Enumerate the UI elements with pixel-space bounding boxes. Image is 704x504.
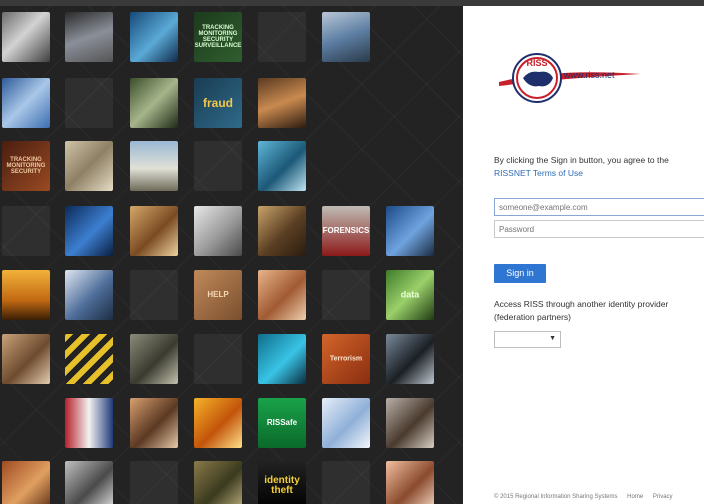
tile-tracking-security: TRACKING MONITORING SECURITY xyxy=(2,141,50,191)
tile-empty-4-5 xyxy=(322,270,370,320)
tile-fingerprint xyxy=(65,206,113,256)
tile-soldiers-silhouette xyxy=(2,270,50,320)
sign-in-button[interactable]: Sign in xyxy=(494,264,546,283)
tile-headset-operator xyxy=(386,461,434,504)
password-input[interactable] xyxy=(494,220,704,238)
tile-vehicles xyxy=(130,141,178,191)
terms-of-use-link[interactable]: RISSNET Terms of Use xyxy=(494,167,694,180)
tile-network-cables xyxy=(2,12,50,62)
tile-locations-map xyxy=(322,398,370,448)
tile-empty-0-4 xyxy=(258,12,306,62)
agree-text: By clicking the Sign in button, you agre… xyxy=(494,155,669,165)
tile-cyber-analyst xyxy=(386,206,434,256)
footer-privacy-link[interactable]: Privacy xyxy=(653,494,673,500)
tile-handcuffs xyxy=(65,461,113,504)
tile-fraud-text-label: fraud xyxy=(203,96,233,110)
tile-surveillance-cam xyxy=(258,206,306,256)
tile-hardware-desk xyxy=(130,334,178,384)
tile-lab-technician xyxy=(194,206,242,256)
tile-empty-4-2 xyxy=(130,270,178,320)
sign-in-panel: RISS www.riss.net By clicking the Sign i… xyxy=(463,6,704,504)
tile-empty-7-5 xyxy=(322,461,370,504)
logo-url-text: www.riss.net xyxy=(564,70,615,80)
tile-fraud-text: fraud xyxy=(194,78,242,128)
tile-data-globe: data xyxy=(386,270,434,320)
photo-mosaic: TRACKING MONITORING SECURITY SURVEILLANC… xyxy=(0,6,463,504)
tile-rissafe-badge-label: RISSafe xyxy=(266,418,298,427)
logo-riss-text: RISS xyxy=(526,58,547,68)
tile-camera-lens xyxy=(386,334,434,384)
tile-classroom xyxy=(2,334,50,384)
tile-handshake xyxy=(258,270,306,320)
tile-empty-7-2 xyxy=(130,461,178,504)
tile-paperwork xyxy=(65,141,113,191)
tile-terrorism-text-label: Terrorism xyxy=(329,355,363,363)
tile-empty-3-0 xyxy=(2,206,50,256)
tile-security-officers xyxy=(65,12,113,62)
footer: © 2015 Regional Information Sharing Syst… xyxy=(494,494,704,500)
tile-empty-5-3 xyxy=(194,334,242,384)
tile-empty-1-1 xyxy=(65,78,113,128)
tile-flag-ceremony xyxy=(65,398,113,448)
tile-identity-theft-label: identity theft xyxy=(264,475,300,496)
terms-agreement: By clicking the Sign in button, you agre… xyxy=(494,154,694,180)
tile-seminar xyxy=(130,398,178,448)
tile-gavel xyxy=(130,206,178,256)
tile-tracking-monitoring-label: TRACKING MONITORING SECURITY SURVEILLANC… xyxy=(194,25,242,49)
footer-home-link[interactable]: Home xyxy=(627,494,643,500)
tile-soldiers-field xyxy=(194,461,242,504)
tile-rissafe-badge: RISSafe xyxy=(258,398,306,448)
tile-forensics: FORENSICS xyxy=(322,206,370,256)
tile-briefing-room xyxy=(258,78,306,128)
tile-analyst-workstation xyxy=(322,12,370,62)
footer-copyright: © 2015 Regional Information Sharing Syst… xyxy=(494,494,618,500)
tile-empty-2-3 xyxy=(194,141,242,191)
tile-computer-screens xyxy=(130,12,178,62)
tile-map-overlay xyxy=(2,78,50,128)
tile-empty-4-3b: HELP xyxy=(194,270,242,320)
tile-terrorism-text: Terrorism xyxy=(322,334,370,384)
tile-circuit-board xyxy=(130,78,178,128)
tile-tracking-security-label: TRACKING MONITORING SECURITY xyxy=(6,157,46,175)
chevron-down-icon: ▼ xyxy=(549,335,556,342)
tile-camera-eye xyxy=(258,141,306,191)
tile-workers xyxy=(2,461,50,504)
tile-officers-conference xyxy=(65,270,113,320)
federation-access-text: Access RISS through another identity pro… xyxy=(494,299,669,322)
tile-tracking-monitoring: TRACKING MONITORING SECURITY SURVEILLANC… xyxy=(194,12,242,62)
tile-forensics-label: FORENSICS xyxy=(322,226,370,235)
tile-padlock xyxy=(258,334,306,384)
tile-orange-lights xyxy=(194,398,242,448)
tile-data-globe-label: data xyxy=(400,289,420,300)
tile-empty-4-3b-label: HELP xyxy=(207,290,229,299)
identity-provider-select[interactable]: ▼ xyxy=(494,331,561,348)
tile-crowd xyxy=(386,398,434,448)
tile-identity-theft: identity theft xyxy=(258,461,306,504)
tile-hazard-tape xyxy=(65,334,113,384)
email-input[interactable] xyxy=(494,198,704,216)
